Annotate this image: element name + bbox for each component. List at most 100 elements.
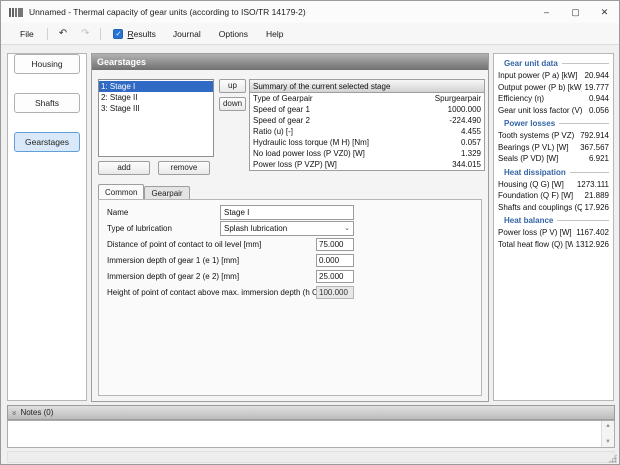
maximize-icon[interactable]: ▢ (561, 1, 590, 23)
summary-row: Speed of gear 1 1000.000 (250, 104, 484, 115)
results-panel: Gear unit data Input power (P a) [kW] 20… (493, 53, 614, 401)
result-label: Tooth systems (P VZ) (498, 130, 574, 142)
lubrication-select[interactable]: ⌄Splash lubrication (220, 221, 354, 236)
add-stage-button[interactable]: add (98, 161, 150, 175)
result-value: 19.777 (585, 82, 609, 94)
navigation-sidebar: Housing Shafts Gearstages (7, 53, 87, 401)
result-value: 792.914 (580, 130, 609, 142)
summary-header: Summary of the current selected stage (250, 80, 484, 93)
name-input[interactable]: Stage I (220, 205, 354, 220)
result-label: Shafts and couplings (Q ... (498, 202, 582, 214)
move-down-button[interactable]: down (219, 97, 246, 111)
summary-rows: Type of Gearpair Spurgearpair Speed of g… (250, 93, 484, 170)
stage-tabbar: Common Gearpair (98, 184, 190, 199)
field-label: Distance of point of contact to oil leve… (107, 240, 261, 249)
result-row: Gear unit loss factor (V) 0.056 (498, 105, 609, 117)
field-input[interactable]: 25.000 (316, 270, 354, 283)
menu-results-label: Results (127, 29, 155, 39)
menu-journal[interactable]: Journal (164, 29, 210, 39)
sidebar-nav-button[interactable]: Gearstages (14, 132, 80, 152)
summary-label: Speed of gear 1 (253, 104, 310, 115)
tab-gearpair[interactable]: Gearpair (144, 186, 189, 199)
result-row: Foundation (Q F) [W] 21.889 (498, 190, 609, 202)
result-label: Gear unit loss factor (V) (498, 105, 582, 117)
stage-list-item[interactable]: 1: Stage I (99, 81, 213, 92)
move-up-button[interactable]: up (219, 79, 246, 93)
result-row: Tooth systems (P VZ) 792.914 (498, 130, 609, 142)
stage-list-item[interactable]: 2: Stage II (99, 92, 213, 103)
menu-options[interactable]: Options (210, 29, 257, 39)
common-tab-pane: Name Stage I Type of lubrication ⌄Splash… (98, 199, 482, 396)
group-title-heat-balance: Heat balance (498, 216, 609, 225)
field-label: Height of point of contact above max. im… (107, 288, 340, 297)
result-value: 1167.402 (576, 227, 609, 239)
summary-row: Type of Gearpair Spurgearpair (250, 93, 484, 104)
summary-value: -224.490 (449, 115, 481, 126)
panel-title: Gearstages (92, 54, 488, 70)
summary-value: 0.057 (461, 137, 481, 148)
results-checkbox-icon[interactable]: ✓ (113, 29, 123, 39)
name-label: Name (107, 208, 128, 217)
result-row: Output power (P b) [kW] 19.777 (498, 82, 609, 94)
window-title: Unnamed - Thermal capacity of gear units… (29, 7, 306, 17)
field-label: Immersion depth of gear 2 (e 2) [mm] (107, 272, 239, 281)
result-row: Input power (P a) [kW] 20.944 (498, 70, 609, 82)
notes-scrollbar[interactable]: ▲ ▼ (601, 421, 614, 447)
title-bar: Unnamed - Thermal capacity of gear units… (1, 1, 619, 23)
window-controls: – ▢ ✕ (532, 1, 619, 23)
sidebar-nav-button[interactable]: Shafts (14, 93, 80, 113)
summary-label: Ratio (u) [-] (253, 126, 293, 137)
summary-label: Power loss (P VZP) [W] (253, 159, 337, 170)
summary-value: 1.329 (461, 148, 481, 159)
close-icon[interactable]: ✕ (590, 1, 619, 23)
gearstages-panel: Gearstages 1: Stage I 2: Stage II 3: Sta… (91, 53, 489, 402)
stage-listbox[interactable]: 1: Stage I 2: Stage II 3: Stage III (98, 79, 214, 157)
result-row: Housing (Q G) [W] 1273.111 (498, 179, 609, 191)
collapse-icon[interactable]: » (10, 410, 18, 414)
result-row: Power loss (P V) [W] 1167.402 (498, 227, 609, 239)
menu-help[interactable]: Help (257, 29, 292, 39)
result-row: Bearings (P VL) [W] 367.567 (498, 142, 609, 154)
menu-separator (100, 28, 101, 40)
app-window: Unnamed - Thermal capacity of gear units… (0, 0, 620, 465)
result-label: Bearings (P VL) [W] (498, 142, 569, 154)
sidebar-nav-button[interactable]: Housing (14, 54, 80, 74)
scroll-up-icon[interactable]: ▲ (605, 423, 611, 429)
lubrication-label: Type of lubrication (107, 224, 172, 233)
summary-value: Spurgearpair (435, 93, 481, 104)
summary-label: Hydraulic loss torque (M H) [Nm] (253, 137, 369, 148)
notes-textarea[interactable]: ▲ ▼ (7, 420, 615, 448)
remove-stage-button[interactable]: remove (158, 161, 210, 175)
scroll-down-icon[interactable]: ▼ (605, 439, 611, 445)
menu-file[interactable]: File (11, 29, 43, 39)
group-title-power-losses: Power losses (498, 119, 609, 128)
group-title-heat-dissipation: Heat dissipation (498, 168, 609, 177)
field-input[interactable]: 0.000 (316, 254, 354, 267)
summary-label: No load power loss (P VZ0) [W] (253, 148, 365, 159)
form-field-row: Height of point of contact above max. im… (107, 285, 473, 300)
minimize-icon[interactable]: – (532, 1, 561, 23)
result-value: 0.944 (589, 93, 609, 105)
result-label: Efficiency (η) (498, 93, 544, 105)
notes-header[interactable]: » Notes (0) (7, 405, 615, 420)
numeric-fields: Distance of point of contact to oil leve… (107, 237, 473, 301)
summary-row: No load power loss (P VZ0) [W] 1.329 (250, 148, 484, 159)
result-label: Foundation (Q F) [W] (498, 190, 573, 202)
field-input[interactable]: 100.000 (316, 286, 354, 299)
stage-list-item[interactable]: 3: Stage III (99, 103, 213, 114)
undo-icon[interactable]: ↶ (52, 28, 74, 39)
notes-title: Notes (0) (20, 408, 53, 417)
tab-common[interactable]: Common (98, 184, 144, 199)
result-value: 20.944 (585, 70, 609, 82)
field-input[interactable]: 75.000 (316, 238, 354, 251)
result-label: Output power (P b) [kW] (498, 82, 582, 94)
result-label: Housing (Q G) [W] (498, 179, 564, 191)
power-losses-rows: Tooth systems (P VZ) 792.914 Bearings (P… (498, 130, 609, 165)
heat-dissipation-rows: Housing (Q G) [W] 1273.111 Foundation (Q… (498, 179, 609, 214)
result-value: 367.567 (580, 142, 609, 154)
summary-label: Type of Gearpair (253, 93, 313, 104)
result-row: Shafts and couplings (Q ... 17.926 (498, 202, 609, 214)
results-toggle[interactable]: ✓ Results (105, 29, 163, 39)
menu-bar: File ↶ ↷ ✓ Results Journal Options Help (1, 23, 619, 45)
summary-row: Power loss (P VZP) [W] 344.015 (250, 159, 484, 170)
